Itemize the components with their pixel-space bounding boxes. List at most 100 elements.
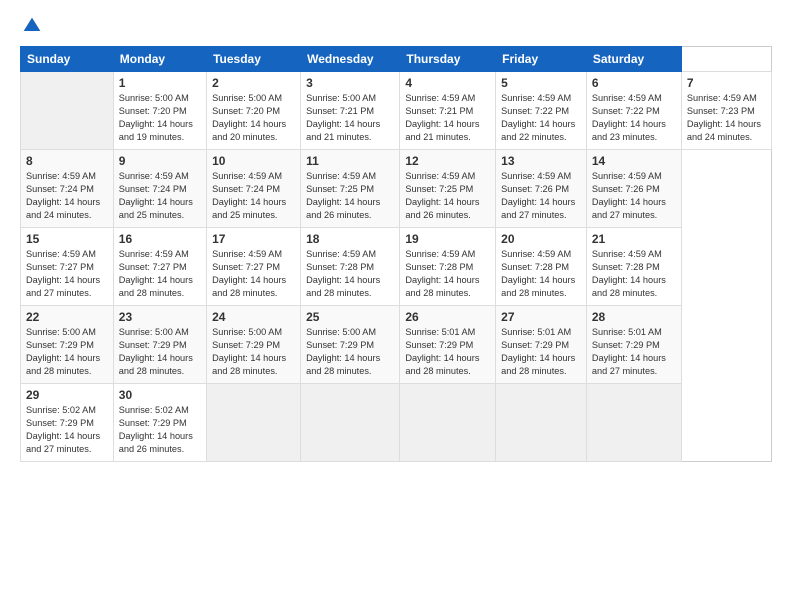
- calendar-cell: 19Sunrise: 4:59 AMSunset: 7:28 PMDayligh…: [400, 228, 496, 306]
- daylight-text: Daylight: 14 hours and 28 minutes.: [306, 275, 380, 298]
- sunrise-text: Sunrise: 4:59 AM: [592, 93, 662, 103]
- day-number: 21: [592, 232, 676, 246]
- sunrise-text: Sunrise: 5:02 AM: [26, 405, 96, 415]
- day-detail: Sunrise: 5:02 AMSunset: 7:29 PMDaylight:…: [119, 404, 201, 456]
- sunrise-text: Sunrise: 5:00 AM: [306, 327, 376, 337]
- sunset-text: Sunset: 7:20 PM: [119, 106, 187, 116]
- sunset-text: Sunset: 7:23 PM: [687, 106, 755, 116]
- calendar-cell: [496, 384, 587, 462]
- day-detail: Sunrise: 5:00 AMSunset: 7:29 PMDaylight:…: [26, 326, 108, 378]
- sunrise-text: Sunrise: 5:01 AM: [501, 327, 571, 337]
- calendar-cell: [21, 72, 114, 150]
- calendar-cell: [207, 384, 301, 462]
- calendar-cell: 2Sunrise: 5:00 AMSunset: 7:20 PMDaylight…: [207, 72, 301, 150]
- sunrise-text: Sunrise: 5:02 AM: [119, 405, 189, 415]
- sunrise-text: Sunrise: 4:59 AM: [212, 249, 282, 259]
- daylight-text: Daylight: 14 hours and 25 minutes.: [119, 197, 193, 220]
- week-row-3: 15Sunrise: 4:59 AMSunset: 7:27 PMDayligh…: [21, 228, 772, 306]
- day-number: 24: [212, 310, 295, 324]
- calendar-cell: 28Sunrise: 5:01 AMSunset: 7:29 PMDayligh…: [586, 306, 681, 384]
- day-detail: Sunrise: 4:59 AMSunset: 7:23 PMDaylight:…: [687, 92, 766, 144]
- day-detail: Sunrise: 4:59 AMSunset: 7:26 PMDaylight:…: [592, 170, 676, 222]
- day-detail: Sunrise: 4:59 AM Sunset: 7:22 PM Daylight:…: [592, 92, 676, 144]
- day-detail: Sunrise: 4:59 AMSunset: 7:26 PMDaylight:…: [501, 170, 581, 222]
- week-row-2: 8Sunrise: 4:59 AMSunset: 7:24 PMDaylight…: [21, 150, 772, 228]
- sunset-text: Sunset: 7:22 PM: [592, 106, 660, 116]
- calendar-cell: 5Sunrise: 4:59 AMSunset: 7:22 PMDaylight…: [496, 72, 587, 150]
- day-detail: Sunrise: 5:00 AMSunset: 7:20 PMDaylight:…: [212, 92, 295, 144]
- day-detail: Sunrise: 4:59 AMSunset: 7:24 PMDaylight:…: [119, 170, 201, 222]
- daylight-text: Daylight: 14 hours and 23 minutes.: [592, 119, 666, 142]
- calendar-cell: 17Sunrise: 4:59 AMSunset: 7:27 PMDayligh…: [207, 228, 301, 306]
- weekday-wednesday: Wednesday: [301, 47, 400, 72]
- day-number: 18: [306, 232, 394, 246]
- day-number: 22: [26, 310, 108, 324]
- calendar-cell: 23Sunrise: 5:00 AMSunset: 7:29 PMDayligh…: [113, 306, 206, 384]
- daylight-text: Daylight: 14 hours and 24 minutes.: [26, 197, 100, 220]
- calendar-cell: 21Sunrise: 4:59 AMSunset: 7:28 PMDayligh…: [586, 228, 681, 306]
- day-detail: Sunrise: 4:59 AMSunset: 7:28 PMDaylight:…: [306, 248, 394, 300]
- daylight-text: Daylight: 14 hours and 28 minutes.: [592, 275, 666, 298]
- sunrise-text: Sunrise: 4:59 AM: [501, 93, 571, 103]
- sunset-text: Sunset: 7:29 PM: [26, 340, 94, 350]
- calendar-cell: 18 Sunrise: 4:59 AMSunset: 7:28 PMDayligh…: [301, 228, 400, 306]
- day-number: 6: [592, 76, 676, 90]
- day-number: 10: [212, 154, 295, 168]
- calendar-cell: 30Sunrise: 5:02 AMSunset: 7:29 PMDayligh…: [113, 384, 206, 462]
- day-detail: Sunrise: 4:59 AMSunset: 7:22 PMDaylight:…: [501, 92, 581, 144]
- sunset-text: Sunset: 7:24 PM: [119, 184, 187, 194]
- calendar-cell: 29Sunrise: 5:02 AMSunset: 7:29 PMDayligh…: [21, 384, 114, 462]
- sunrise-text: Sunrise: 4:59 AM: [306, 171, 376, 181]
- daylight-text: Daylight: 14 hours and 28 minutes.: [501, 275, 575, 298]
- sunrise-text: Sunrise: 5:00 AM: [119, 327, 189, 337]
- day-number: 26: [405, 310, 490, 324]
- day-number: 28: [592, 310, 676, 324]
- daylight-text: Daylight: 14 hours and 28 minutes.: [501, 353, 575, 376]
- day-number: 1: [119, 76, 201, 90]
- calendar-cell: 16Sunrise: 4:59 AMSunset: 7:27 PMDayligh…: [113, 228, 206, 306]
- weekday-sunday: Sunday: [21, 47, 114, 72]
- day-number: 12: [405, 154, 490, 168]
- day-detail: Sunrise: 4:59 AMSunset: 7:25 PMDaylight:…: [405, 170, 490, 222]
- calendar-cell: 6 Sunrise: 4:59 AM Sunset: 7:22 PM Daylight…: [586, 72, 681, 150]
- day-number: 13: [501, 154, 581, 168]
- sunrise-text: Sunrise: 5:01 AM: [592, 327, 662, 337]
- day-detail: Sunrise: 5:00 AMSunset: 7:29 PMDaylight:…: [306, 326, 394, 378]
- day-detail: Sunrise: 4:59 AM Sunset: 7:28 PM Daylight:…: [501, 248, 581, 300]
- daylight-text: Daylight: 14 hours and 19 minutes.: [119, 119, 193, 142]
- weekday-thursday: Thursday: [400, 47, 496, 72]
- daylight-text: Daylight: 14 hours and 26 minutes.: [306, 197, 380, 220]
- calendar-cell: 24Sunrise: 5:00 AMSunset: 7:29 PMDayligh…: [207, 306, 301, 384]
- week-row-1: 1Sunrise: 5:00 AMSunset: 7:20 PMDaylight…: [21, 72, 772, 150]
- sunset-text: Sunset: 7:28 PM: [405, 262, 473, 272]
- weekday-friday: Friday: [496, 47, 587, 72]
- daylight-text: Daylight: 14 hours and 27 minutes.: [26, 431, 100, 454]
- sunset-text: Sunset: 7:28 PM: [501, 262, 569, 272]
- day-number: 19: [405, 232, 490, 246]
- logo-text: [20, 16, 42, 36]
- daylight-text: Daylight: 14 hours and 25 minutes.: [212, 197, 286, 220]
- calendar-cell: 27Sunrise: 5:01 AMSunset: 7:29 PMDayligh…: [496, 306, 587, 384]
- calendar-cell: 26Sunrise: 5:01 AMSunset: 7:29 PMDayligh…: [400, 306, 496, 384]
- daylight-text: Daylight: 14 hours and 28 minutes.: [405, 275, 479, 298]
- day-number: 8: [26, 154, 108, 168]
- day-number: 14: [592, 154, 676, 168]
- sunrise-text: Sunrise: 5:00 AM: [212, 93, 282, 103]
- sunset-text: Sunset: 7:24 PM: [212, 184, 280, 194]
- calendar-cell: 25Sunrise: 5:00 AMSunset: 7:29 PMDayligh…: [301, 306, 400, 384]
- sunrise-text: Sunrise: 5:01 AM: [405, 327, 475, 337]
- calendar-cell: 12 Sunrise: 4:59 AMSunset: 7:25 PMDayligh…: [400, 150, 496, 228]
- week-row-5: 29Sunrise: 5:02 AMSunset: 7:29 PMDayligh…: [21, 384, 772, 462]
- sunrise-text: Sunrise: 5:00 AM: [306, 93, 376, 103]
- sunrise-text: Sunrise: 4:59 AM: [501, 249, 571, 259]
- day-number: 11: [306, 154, 394, 168]
- day-number: 15: [26, 232, 108, 246]
- sunset-text: Sunset: 7:29 PM: [592, 340, 660, 350]
- calendar-cell: 1 Sunrise: 5:00 AM Sunset: 7:20 PM Daylight…: [113, 72, 206, 150]
- sunrise-text: Sunrise: 5:00 AM: [119, 93, 189, 103]
- calendar-cell: 13 Sunrise: 4:59 AMSunset: 7:26 PMDayligh…: [496, 150, 587, 228]
- day-number: 4: [405, 76, 490, 90]
- day-number: 9: [119, 154, 201, 168]
- sunrise-text: Sunrise: 4:59 AM: [592, 249, 662, 259]
- daylight-text: Daylight: 14 hours and 28 minutes.: [405, 353, 479, 376]
